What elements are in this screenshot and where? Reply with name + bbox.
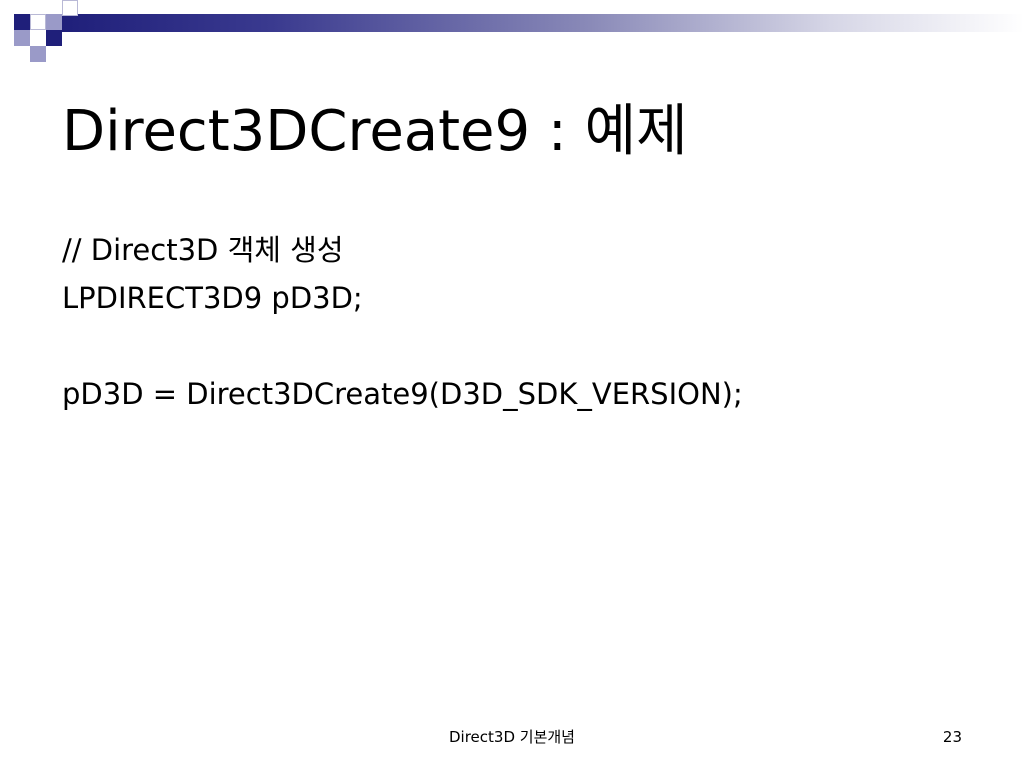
header-square-light [30,46,46,62]
header-square-light [14,30,30,46]
footer-text: Direct3D 기본개념 [449,728,575,746]
code-comment-line: // Direct3D 객체 생성 [62,233,344,267]
slide-body: // Direct3D 객체 생성 LPDIRECT3D9 pD3D; pD3D… [62,226,743,418]
header-square-outline [62,0,78,16]
slide: Direct3DCreate9 : 예제 // Direct3D 객체 생성 L… [0,0,1024,768]
code-assignment-line: pD3D = Direct3DCreate9(D3D_SDK_VERSION); [62,377,743,411]
header-square-light [46,14,62,30]
header-gradient-bar [60,14,1024,32]
header-square-dark [14,14,30,30]
header-square-outline [30,14,46,30]
page-number: 23 [942,728,962,746]
slide-title: Direct3DCreate9 : 예제 [62,99,688,164]
header-square-dark [46,30,62,46]
code-declaration-line: LPDIRECT3D9 pD3D; [62,281,363,315]
